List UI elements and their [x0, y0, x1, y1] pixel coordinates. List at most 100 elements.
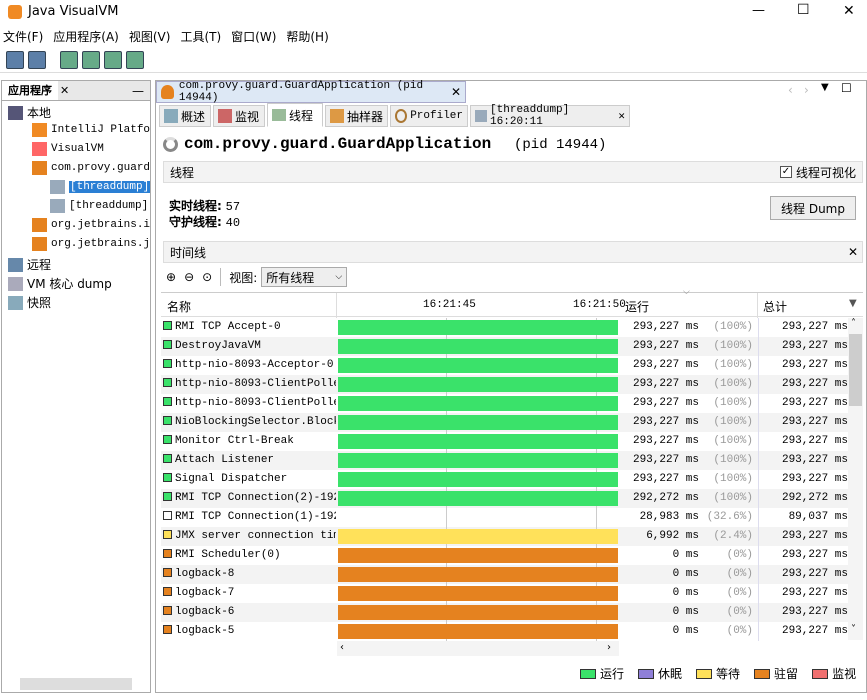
- title-bar: Java VisualVM — ☐ ✕: [0, 0, 867, 24]
- thread-state-swatch: [163, 321, 172, 330]
- legend-item: 休眠: [638, 665, 682, 682]
- legend-label: 驻留: [774, 667, 799, 681]
- thread-name: DestroyJavaVM: [175, 340, 261, 352]
- table-row[interactable]: http-nio-8093-ClientPoller- 293,227 ms (…: [161, 394, 863, 413]
- table-row[interactable]: DestroyJavaVM 293,227 ms (100%) 293,227 …: [161, 337, 863, 356]
- menu-applications[interactable]: 应用程序(A): [53, 28, 119, 45]
- timeline-horizontal-scrollbar[interactable]: ‹ ›: [337, 641, 619, 656]
- table-row[interactable]: RMI TCP Connection(2)-192.1 292,272 ms (…: [161, 489, 863, 508]
- tree-item[interactable]: 本地: [8, 104, 51, 121]
- timeline-cell: [337, 622, 619, 641]
- table-row[interactable]: logback-7 0 ms (0%) 293,227 ms: [161, 584, 863, 603]
- document-tab[interactable]: com.provy.guard.GuardApplication (pid 14…: [156, 80, 466, 104]
- maximize-window-icon[interactable]: ☐: [841, 81, 852, 95]
- thread-name: logback-7: [175, 587, 235, 599]
- vertical-scrollbar[interactable]: ˄ ˅: [848, 318, 863, 640]
- column-running[interactable]: 运行: [625, 298, 649, 315]
- load-application-icon[interactable]: [6, 50, 24, 69]
- timeline-cell: [337, 584, 619, 603]
- close-button[interactable]: ✕: [843, 3, 855, 19]
- menu-view[interactable]: 视图(V): [129, 28, 171, 45]
- add-remote-host-icon[interactable]: [82, 50, 100, 69]
- tree-item[interactable]: VisualVM: [32, 142, 104, 156]
- column-total[interactable]: 总计: [763, 298, 787, 315]
- table-row[interactable]: logback-6 0 ms (0%) 293,227 ms: [161, 603, 863, 622]
- table-row[interactable]: RMI Scheduler(0) 0 ms (0%) 293,227 ms: [161, 546, 863, 565]
- close-tab-icon[interactable]: ✕: [451, 85, 461, 99]
- table-row[interactable]: Monitor Ctrl-Break 293,227 ms (100%) 293…: [161, 432, 863, 451]
- zoom-in-icon[interactable]: ⊕: [166, 270, 176, 284]
- table-row[interactable]: NioBlockingSelector.BlockPo 293,227 ms (…: [161, 413, 863, 432]
- menu-tools[interactable]: 工具(T): [180, 28, 221, 45]
- scrollbar-thumb[interactable]: [849, 334, 862, 406]
- thread-state-bar: [338, 358, 618, 373]
- scroll-up-icon[interactable]: ˄: [851, 318, 856, 329]
- tree-item-label: 快照: [27, 296, 52, 310]
- tree-item[interactable]: IntelliJ Platfo: [32, 123, 150, 137]
- menu-window[interactable]: 窗口(W): [231, 28, 276, 45]
- fit-zoom-icon[interactable]: ⊙: [202, 270, 212, 284]
- add-coredump-icon[interactable]: [104, 50, 122, 69]
- tree-item[interactable]: [threaddump]: [50, 199, 148, 213]
- daemon-threads-value: 40: [225, 216, 241, 230]
- close-timeline-icon[interactable]: ✕: [848, 245, 858, 259]
- zoom-out-icon[interactable]: ⊖: [184, 270, 194, 284]
- tab-overview[interactable]: 概述: [159, 105, 211, 127]
- close-tab-icon[interactable]: ✕: [618, 109, 625, 123]
- minimize-panel-button[interactable]: —: [132, 84, 144, 98]
- running-percent: (32.6%): [706, 511, 753, 523]
- tab-scroll-right-icon[interactable]: ›: [804, 83, 809, 97]
- running-time: 293,227 ms: [632, 378, 699, 390]
- table-row[interactable]: RMI TCP Accept-0 293,227 ms (100%) 293,2…: [161, 318, 863, 337]
- coredump-icon: [8, 276, 23, 291]
- tree-item[interactable]: org.jetbrains.i: [32, 218, 150, 232]
- maximize-button[interactable]: ☐: [797, 2, 810, 18]
- tree-item[interactable]: org.jetbrains.j: [32, 237, 150, 251]
- table-row[interactable]: logback-5 0 ms (0%) 293,227 ms: [161, 622, 863, 641]
- table-row[interactable]: http-nio-8093-ClientPoller- 293,227 ms (…: [161, 375, 863, 394]
- column-chooser-icon[interactable]: ▼: [849, 298, 857, 309]
- tab-monitor[interactable]: 监视: [213, 105, 265, 127]
- tree-item[interactable]: 远程: [8, 256, 51, 273]
- menu-help[interactable]: 帮助(H): [286, 28, 328, 45]
- scroll-right-icon[interactable]: ›: [607, 642, 611, 653]
- table-row[interactable]: http-nio-8093-Acceptor-0 293,227 ms (100…: [161, 356, 863, 375]
- running-time: 28,983 ms: [639, 511, 699, 523]
- table-row[interactable]: logback-8 0 ms (0%) 293,227 ms: [161, 565, 863, 584]
- thread-state-bar: [338, 472, 618, 487]
- total-time: 293,227 ms: [758, 451, 848, 470]
- threads-section-header: 线程 ✓ 线程可视化: [163, 161, 863, 183]
- view-select[interactable]: 所有线程 ⌵: [261, 267, 348, 287]
- thread-visualization-checkbox[interactable]: ✓: [779, 166, 792, 178]
- scroll-left-icon[interactable]: ‹: [340, 642, 344, 653]
- close-panel-button[interactable]: ✕: [60, 84, 69, 97]
- load-snapshot-icon[interactable]: [28, 50, 46, 69]
- table-row[interactable]: Attach Listener 293,227 ms (100%) 293,22…: [161, 451, 863, 470]
- add-snapshot-icon[interactable]: [126, 50, 144, 69]
- state-legend: 运行 休眠 等待 驻留 监视: [580, 665, 856, 682]
- column-name[interactable]: 名称: [167, 298, 191, 315]
- tree-item[interactable]: [threaddump]: [50, 180, 151, 194]
- tab-list-icon[interactable]: ▼: [821, 82, 829, 93]
- minimize-button[interactable]: —: [752, 3, 765, 18]
- tab-threaddump[interactable]: [threaddump] 16:20:11 ✕: [470, 104, 630, 128]
- scroll-down-icon[interactable]: ˅: [851, 624, 856, 635]
- tab-sampler[interactable]: 抽样器: [325, 105, 388, 127]
- tree-item[interactable]: com.provy.guard: [32, 161, 150, 175]
- thread-name: logback-6: [175, 606, 235, 618]
- table-row[interactable]: Signal Dispatcher 293,227 ms (100%) 293,…: [161, 470, 863, 489]
- running-time: 0 ms: [672, 549, 699, 561]
- menu-file[interactable]: 文件(F): [3, 28, 43, 45]
- running-time: 0 ms: [672, 606, 699, 618]
- tab-threads[interactable]: 线程: [267, 103, 323, 127]
- thread-dump-button[interactable]: 线程 Dump: [770, 196, 856, 220]
- tab-profiler[interactable]: Profiler: [390, 105, 468, 127]
- running-time: 293,227 ms: [632, 416, 699, 428]
- add-jmx-icon[interactable]: [60, 50, 78, 69]
- table-row[interactable]: JMX server connection timeo 6,992 ms (2.…: [161, 527, 863, 546]
- tree-item[interactable]: VM 核心 dump: [8, 275, 112, 292]
- tab-scroll-left-icon[interactable]: ‹: [788, 83, 793, 97]
- horizontal-scrollbar[interactable]: [20, 678, 132, 690]
- tree-item[interactable]: 快照: [8, 294, 51, 311]
- table-row[interactable]: RMI TCP Connection(1)-192.1 28,983 ms (3…: [161, 508, 863, 527]
